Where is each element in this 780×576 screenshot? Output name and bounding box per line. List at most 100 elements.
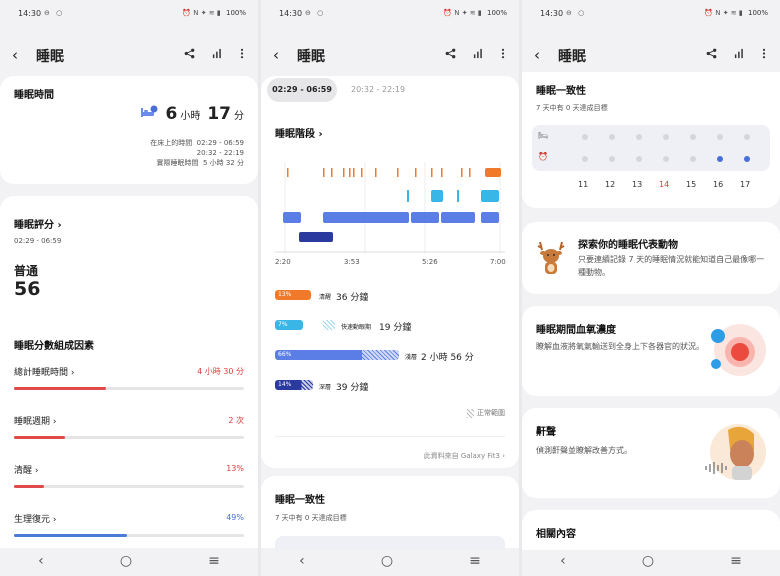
factor-value: 13% — [226, 464, 244, 473]
data-source-link[interactable]: 此資料來自 Galaxy Fit3 › — [424, 451, 505, 461]
share-icon[interactable] — [184, 48, 195, 59]
in-bed-value-1: 02:29 - 06:59 — [196, 139, 244, 147]
bedtime-dot — [636, 134, 642, 140]
in-bed-label: 在床上的時間 — [150, 139, 193, 147]
chart-icon[interactable] — [212, 48, 223, 59]
sleep-hours: 6 — [165, 104, 178, 124]
blood-oxygen-card[interactable]: 睡眠期間血氧濃度 瞭解血液將氧氣輸送到全身上下各器官的狀況。 — [522, 306, 780, 396]
day-label: 16 — [713, 180, 724, 189]
screen-sleep-stages: 14:30 ⊖ ○ ⏰ N ✦ ≋ ▮ 100% ‹ 睡眠 02:29 - 06… — [261, 0, 519, 576]
hypnogram-chart — [275, 162, 505, 254]
snoring-card[interactable]: 鼾聲 偵測鼾聲並瞭解改善方式。 — [522, 408, 780, 498]
deer-icon — [537, 241, 565, 274]
back-button[interactable]: ‹ — [12, 46, 18, 64]
stage-value: 36 分鐘 — [336, 293, 369, 303]
nav-back-icon[interactable]: ‹ — [560, 553, 566, 569]
stage-pct-bar: 13% — [275, 290, 311, 300]
consistency-heading: 睡眠一致性 — [536, 86, 586, 97]
status-bar: 14:30 ⊖ ○ ⏰ N ✦ ≋ ▮ 100% — [522, 0, 780, 26]
status-time: 14:30 — [540, 9, 564, 18]
awake-stage-marks — [287, 168, 501, 177]
share-icon[interactable] — [706, 48, 717, 59]
consistency-subtitle: 7 天中有 0 天達成目標 — [275, 514, 347, 522]
nav-home-icon[interactable]: ○ — [120, 553, 132, 569]
factor-bar-fill — [14, 436, 65, 439]
day-label-today: 14 — [659, 180, 670, 189]
status-time: 14:30 — [18, 9, 42, 18]
system-icons: ⏰ N ✦ ≋ ▮ 100% — [443, 9, 507, 17]
tab-session-2[interactable]: 20:32 - 22:19 — [351, 78, 405, 102]
factor-label: 清醒 — [14, 466, 33, 476]
sleep-time-heading: 睡眠時間 — [14, 90, 54, 101]
battery-level: 100% — [747, 9, 768, 17]
nav-back-icon[interactable]: ‹ — [299, 553, 305, 569]
consistency-subtitle: 7 天中有 0 天達成目標 — [536, 104, 608, 112]
consistency-grid: 🛏 ⏰ — [532, 125, 770, 171]
waketime-dot — [636, 156, 642, 162]
factor-bar-fill — [14, 387, 106, 390]
snoring-illustration — [705, 424, 766, 480]
bedtime-dot — [717, 134, 723, 140]
factor-value: 2 次 — [228, 416, 244, 425]
status-bar: 14:30 ⊖ ○ ⏰ N ✦ ≋ ▮ 100% — [261, 0, 519, 26]
sleep-stages-card: 02:29 - 06:59 20:32 - 22:19 睡眠階段 › 2:20 … — [261, 76, 519, 468]
sleep-time-card[interactable]: 睡眠時間 6 小時 17 分 在床上的時間 02:29 - 06:59 20:3… — [0, 76, 258, 184]
more-options-icon[interactable] — [762, 48, 766, 59]
sleep-score-link[interactable]: 睡眠評分 › — [14, 216, 62, 231]
waketime-dot — [582, 156, 588, 162]
blood-oxygen-title: 睡眠期間血氧濃度 — [536, 325, 616, 336]
notification-icons: ⊖ ○ — [566, 9, 587, 17]
bed-icon: 🛏 — [538, 131, 549, 140]
waketime-dot — [663, 156, 669, 162]
chart-icon[interactable] — [473, 48, 484, 59]
sleep-animal-title: 探索你的睡眠代表動物 — [578, 240, 678, 251]
actual-sleep-value: 5 小時 32 分 — [202, 159, 244, 167]
share-icon[interactable] — [445, 48, 456, 59]
stages-heading: 睡眠階段 — [275, 129, 315, 140]
rem-stage-marks — [407, 190, 499, 202]
stage-name: 淺層 — [405, 354, 418, 361]
stage-pct-bar: 14% — [275, 380, 313, 390]
app-header: ‹ 睡眠 — [261, 40, 519, 70]
back-button[interactable]: ‹ — [273, 46, 279, 64]
bedtime-dot — [609, 134, 615, 140]
stage-normal-range-marker — [323, 320, 335, 330]
snoring-title: 鼾聲 — [536, 427, 556, 438]
factor-label: 睡眠週期 — [14, 417, 51, 427]
sleep-animal-desc: 只要連續記錄 7 天的睡眠情況就能知道自己最像哪一種動物。 — [578, 255, 765, 277]
more-options-icon[interactable] — [501, 48, 505, 59]
tab-session-1[interactable]: 02:29 - 06:59 — [267, 78, 337, 102]
factor-label: 生理復元 — [14, 515, 51, 525]
nav-recents-icon[interactable]: ≡ — [469, 553, 481, 569]
nav-home-icon[interactable]: ○ — [381, 553, 393, 569]
related-content-card: 相關內容 — [522, 510, 780, 550]
x-tick: 7:00 — [490, 258, 506, 266]
back-button[interactable]: ‹ — [534, 46, 540, 64]
score-quality: 普通 — [14, 264, 39, 278]
status-time: 14:30 — [279, 9, 303, 18]
stage-name: 深層 — [319, 384, 332, 391]
score-range: 02:29 - 06:59 — [14, 237, 62, 245]
x-tick: 2:20 — [275, 258, 291, 266]
factor-bar-fill — [14, 534, 127, 537]
consistency-card[interactable]: 睡眠一致性 7 天中有 0 天達成目標 — [261, 476, 519, 550]
nav-back-icon[interactable]: ‹ — [38, 553, 44, 569]
page-title: 睡眠 — [36, 49, 64, 65]
nav-recents-icon[interactable]: ≡ — [208, 553, 220, 569]
bedtime-dot — [582, 134, 588, 140]
stages-link[interactable]: 睡眠階段 › — [275, 125, 323, 140]
normal-range-icon — [467, 408, 474, 418]
day-label: 15 — [686, 180, 697, 189]
waketime-dot — [609, 156, 615, 162]
score-value: 56 — [14, 278, 41, 300]
sleep-hours-unit: 小時 — [180, 111, 201, 122]
more-options-icon[interactable] — [240, 48, 244, 59]
nav-recents-icon[interactable]: ≡ — [730, 553, 742, 569]
consistency-card[interactable]: 睡眠一致性 7 天中有 0 天達成目標 🛏 ⏰ 11 12 13 14 15 1… — [522, 72, 780, 208]
chart-icon[interactable] — [734, 48, 745, 59]
nav-home-icon[interactable]: ○ — [642, 553, 654, 569]
stage-pct-bar: 7% — [275, 320, 303, 330]
bedtime-dot — [744, 134, 750, 140]
sleep-time-details: 在床上的時間 02:29 - 06:59 20:32 - 22:19 實際睡眠時… — [150, 138, 244, 168]
sleep-animal-card[interactable]: 探索你的睡眠代表動物 只要連續記錄 7 天的睡眠情況就能知道自己最像哪一種動物。 — [522, 222, 780, 294]
